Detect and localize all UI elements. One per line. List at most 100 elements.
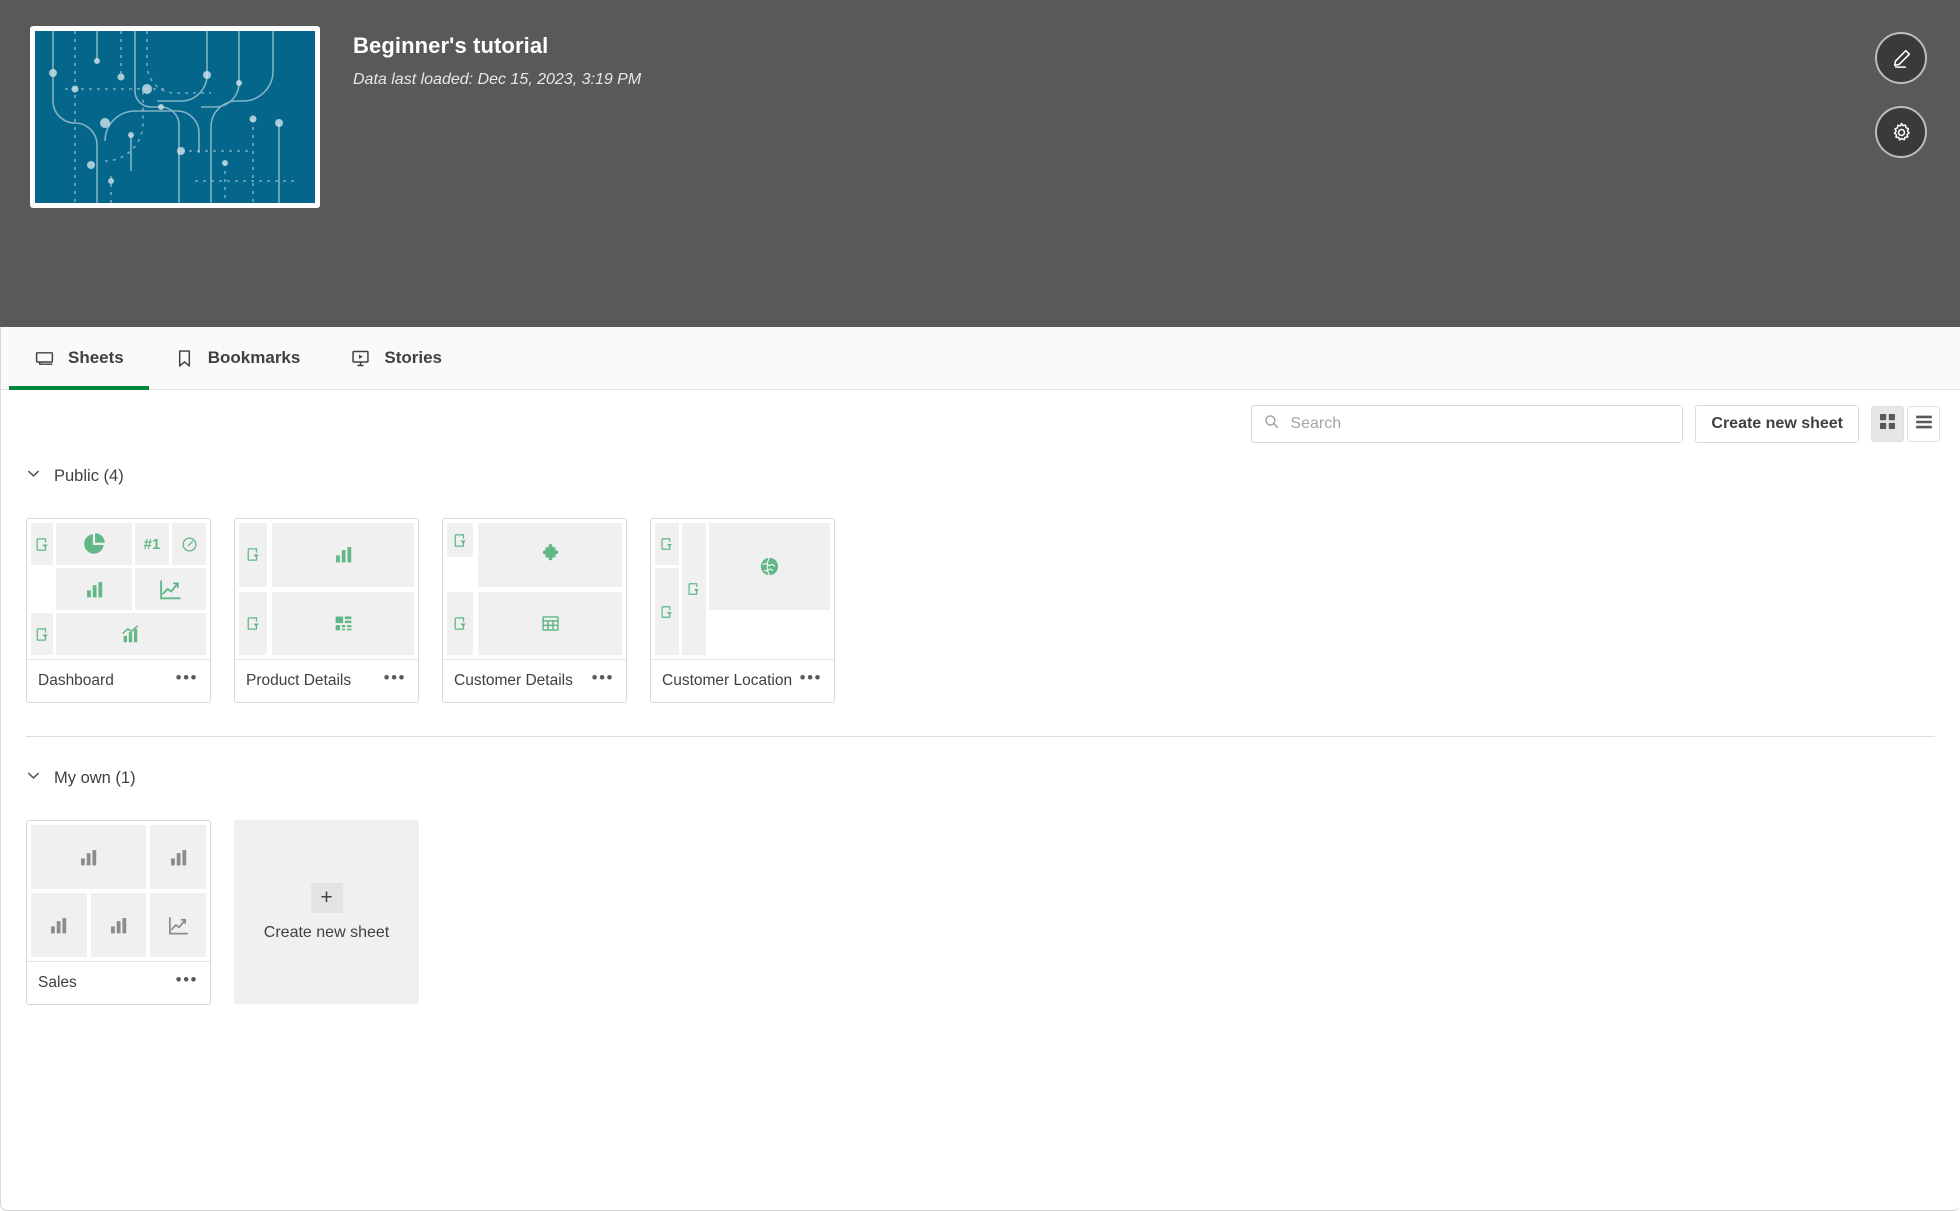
sheet-context-menu-button[interactable]: ••• [794, 669, 824, 693]
puzzle-tile [478, 523, 622, 587]
app-thumbnail [30, 26, 320, 208]
create-new-sheet-button[interactable]: Create new sheet [1695, 405, 1859, 443]
app-header: Beginner's tutorial Data last loaded: De… [0, 0, 1960, 327]
tab-stories[interactable]: Stories [325, 327, 467, 389]
search-icon [1263, 413, 1280, 435]
sheet-name: Customer Details [454, 672, 573, 689]
edit-sheet-button[interactable] [1875, 32, 1927, 84]
sheet-card-sales[interactable]: Sales ••• [26, 820, 211, 1005]
filter-icon [661, 605, 672, 618]
section-public-header[interactable]: Public (4) [26, 458, 1960, 494]
gauge-icon [181, 536, 197, 552]
app-settings-button[interactable] [1875, 106, 1927, 158]
filter-icon [36, 537, 48, 551]
bar-chart-icon [111, 917, 127, 933]
create-new-sheet-tile[interactable]: + Create new sheet [234, 820, 419, 1004]
bar-chart-tile [56, 568, 132, 610]
bar-chart-tile [272, 523, 414, 587]
filter-icon-tile [239, 523, 267, 587]
chevron-down-icon [26, 768, 41, 788]
content-area: Sheets Bookmarks Stories Search Create n… [0, 327, 1960, 1211]
story-icon [350, 348, 371, 369]
sheet-card-dashboard[interactable]: #1 Dashboard ••• [26, 518, 211, 703]
public-sheet-grid: #1 Dashboard ••• Product Details ••• Cus… [26, 518, 1960, 703]
map-tile [709, 523, 830, 610]
tab-stories-label: Stories [384, 348, 442, 367]
filter-icon-tile [447, 591, 473, 655]
bar-chart-tile [31, 893, 87, 957]
bar-chart-icon [51, 917, 67, 933]
line-chart-tile [135, 568, 206, 610]
sheet-context-menu-button[interactable]: ••• [170, 669, 200, 693]
sheet-card-customer-location[interactable]: Customer Location ••• [650, 518, 835, 703]
tab-bar: Sheets Bookmarks Stories [1, 327, 1960, 390]
filter-icon [688, 583, 699, 595]
treemap-icon [335, 616, 351, 631]
sheet-card-customer-details[interactable]: Customer Details ••• [442, 518, 627, 703]
sheet-thumbnail [651, 519, 834, 659]
sheet-card-footer: Dashboard ••• [27, 659, 210, 702]
sheet-context-menu-button[interactable]: ••• [378, 669, 408, 693]
line-chart-icon [168, 916, 188, 935]
line-chart-icon [160, 579, 181, 599]
gauge-tile [172, 523, 206, 565]
search-input[interactable] [1290, 415, 1672, 433]
tab-bookmarks[interactable]: Bookmarks [149, 327, 326, 389]
filter-icon [247, 616, 259, 630]
map-globe-icon [760, 557, 779, 576]
filter-icon [454, 533, 466, 547]
section-public: Public (4) #1 Dashboard ••• Product Deta… [1, 458, 1960, 703]
combo-chart-tile [56, 613, 206, 655]
sheet-icon [34, 348, 55, 369]
sheet-card-footer: Sales ••• [27, 961, 210, 1004]
bar-chart-tile [31, 825, 147, 889]
sheet-thumbnail [235, 519, 418, 659]
section-my-own-header[interactable]: My own (1) [26, 760, 1960, 796]
sheet-name: Sales [38, 974, 77, 991]
sheet-card-footer: Customer Details ••• [443, 659, 626, 702]
app-title: Beginner's tutorial [353, 33, 549, 58]
create-new-sheet-tile-label: Create new sheet [263, 923, 390, 941]
bar-chart-icon [81, 849, 97, 865]
section-my-own: My own (1) Sales ••• + Create new sheet [1, 760, 1960, 1005]
filter-icon [247, 548, 259, 562]
grid-view-toggle[interactable] [1871, 406, 1904, 442]
data-last-loaded-text: Data last loaded: Dec 15, 2023, 3:19 PM [353, 71, 642, 88]
filter-icon-tile [447, 523, 473, 557]
table-icon [541, 615, 559, 631]
treemap-tile [272, 591, 414, 655]
tab-sheets-label: Sheets [68, 348, 124, 367]
bookmark-icon [174, 348, 195, 369]
bar-chart-icon [86, 581, 102, 597]
sheet-name: Product Details [246, 672, 352, 689]
header-actions [1875, 32, 1927, 158]
section-divider [26, 736, 1935, 737]
bar-chart-tile [150, 825, 206, 889]
sheets-toolbar: Create new sheet [1, 390, 1960, 458]
filter-icon-tile [31, 613, 53, 655]
filter-icon-tile [31, 523, 53, 565]
sheet-context-menu-button[interactable]: ••• [586, 669, 616, 693]
list-icon [1915, 415, 1932, 434]
bar-chart-tile [90, 893, 147, 957]
search-field[interactable] [1251, 405, 1684, 443]
sheet-name: Dashboard [38, 672, 114, 689]
plus-icon: + [310, 882, 343, 913]
sheet-card-product-details[interactable]: Product Details ••• [234, 518, 419, 703]
chevron-down-icon [26, 466, 41, 486]
filter-icon-tile [239, 591, 267, 655]
filter-icon [661, 538, 672, 550]
bar-chart-icon [170, 849, 186, 865]
filter-icon [36, 627, 48, 641]
sheet-context-menu-button[interactable]: ••• [170, 971, 200, 995]
pie-chart-tile [56, 523, 132, 565]
line-chart-tile [150, 893, 206, 957]
app-title-block: Beginner's tutorial Data last loaded: De… [353, 26, 641, 90]
filter-icon-tile [655, 523, 679, 565]
section-public-title: Public (4) [54, 466, 124, 485]
grid-icon [1880, 414, 1895, 434]
list-view-toggle[interactable] [1907, 406, 1940, 442]
sheet-card-footer: Customer Location ••• [651, 659, 834, 702]
kpi-number-tile: #1 [135, 523, 169, 565]
tab-sheets[interactable]: Sheets [9, 327, 149, 390]
